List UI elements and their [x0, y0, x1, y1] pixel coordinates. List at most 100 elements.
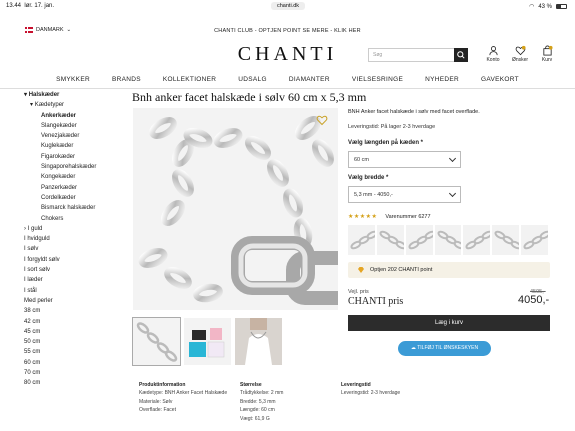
sidebar-item[interactable]: Panzerkæder: [24, 183, 124, 193]
sidebar-item-label: Ankerkæder: [41, 112, 77, 119]
sidebar-item-label: Singaporehalskæder: [41, 164, 97, 171]
club-promo-link[interactable]: CHANTI CLUB - OPTJEN POINT SE MERE - KLI…: [0, 28, 575, 34]
thumbnail-gift-boxes[interactable]: [184, 318, 231, 365]
sidebar-item[interactable]: Kuglekæder: [24, 141, 124, 151]
rating-row: ★★★★★ Varenummer 6277: [348, 213, 431, 221]
nav-item-udsalg[interactable]: UDSALG: [238, 76, 267, 83]
nav-item-kollektioner[interactable]: KOLLEKTIONER: [163, 76, 216, 83]
main-nav: SMYKKER BRANDS KOLLEKTIONER UDSALG DIAMA…: [0, 76, 575, 83]
nav-item-smykker[interactable]: SMYKKER: [56, 76, 90, 83]
sidebar-item-label: 80 cm: [24, 380, 41, 387]
sidebar-item[interactable]: I sølv: [24, 244, 124, 254]
sidebar-item[interactable]: 60 cm: [24, 358, 124, 368]
bag-icon: [542, 45, 553, 56]
sidebar-item[interactable]: I forgyldt sølv: [24, 255, 124, 265]
sidebar-item-label: Med perler: [24, 297, 53, 304]
nav-divider: [0, 88, 575, 89]
sidebar-item[interactable]: Ankerkæder: [24, 111, 124, 121]
sidebar-item[interactable]: 55 cm: [24, 347, 124, 357]
sidebar-item[interactable]: Figarokæder: [24, 152, 124, 162]
variant-thumb[interactable]: [521, 225, 549, 255]
sidebar-item[interactable]: 38 cm: [24, 306, 124, 316]
search-placeholder: Søg: [373, 52, 383, 58]
sidebar-item-label: 45 cm: [24, 328, 41, 335]
sidebar-item-label: I forgyldt sølv: [24, 256, 60, 263]
delivery-info-column: Leveringstid Leveringstid: 2-3 hverdage: [341, 381, 400, 398]
variant-thumb[interactable]: [492, 225, 520, 255]
info-line: Vægt: 61,9 G: [240, 415, 270, 422]
rating-stars[interactable]: ★★★★★: [348, 213, 377, 220]
sidebar-item[interactable]: 70 cm: [24, 368, 124, 378]
thumbnail-model[interactable]: [235, 318, 282, 365]
variant-thumb[interactable]: [405, 225, 433, 255]
sidebar-item[interactable]: 50 cm: [24, 337, 124, 347]
sidebar-item-label: Slangekæder: [41, 122, 77, 129]
gift-boxes-image: [189, 328, 225, 358]
add-to-wishlist-button[interactable]: ☁ TILFØJ TIL ØNSKESKYEN: [398, 341, 491, 356]
sidebar-item-label: I guld: [27, 225, 43, 232]
sidebar-item[interactable]: Chokers: [24, 214, 124, 224]
sidebar-item[interactable]: 45 cm: [24, 327, 124, 337]
current-price: 4050,-: [518, 294, 550, 306]
variant-thumb[interactable]: [348, 225, 375, 255]
product-info-column: Produktinformation Kædetype: BNH Anker F…: [139, 381, 227, 415]
nav-item-nyheder[interactable]: NYHEDER: [425, 76, 459, 83]
sidebar-item[interactable]: 80 cm: [24, 378, 124, 388]
thumbnail-chain[interactable]: [132, 317, 181, 366]
add-to-cart-button[interactable]: Læg i kurv: [348, 315, 550, 331]
product-main-image[interactable]: [133, 108, 338, 310]
search-input[interactable]: Søg: [368, 48, 468, 62]
info-line: Overflade: Facet: [139, 407, 176, 414]
nav-item-diamanter[interactable]: DIAMANTER: [289, 76, 330, 83]
variant-thumb[interactable]: [463, 225, 491, 255]
delivery-info: Leveringstid: På lager 2-3 hverdage: [348, 124, 436, 130]
sidebar-item[interactable]: Bismarck halskæder: [24, 203, 124, 213]
sidebar-item-label: Chokers: [41, 215, 64, 222]
sidebar-item[interactable]: Cordelkæder: [24, 193, 124, 203]
sidebar-item[interactable]: › I guld: [24, 224, 124, 234]
sidebar-item-label: 60 cm: [24, 359, 41, 366]
sidebar-item[interactable]: Venezjakæder: [24, 131, 124, 141]
wishlist-header-button[interactable]: Ønsker: [511, 45, 529, 63]
sidebar-item-label: 55 cm: [24, 349, 41, 356]
sidebar-item[interactable]: Singaporehalskæder: [24, 162, 124, 172]
sidebar-item-label: I læder: [24, 277, 43, 284]
sidebar-item-label: I sølv: [24, 246, 39, 253]
nav-item-vielsesringe[interactable]: VIELSESRINGE: [352, 76, 403, 83]
sidebar-item[interactable]: Slangekæder: [24, 121, 124, 131]
sidebar-item[interactable]: I læder: [24, 275, 124, 285]
favorite-heart-icon[interactable]: [316, 114, 328, 126]
length-select[interactable]: 60 cm: [348, 151, 461, 168]
sidebar-item-label: Halskæder: [28, 92, 60, 98]
nav-item-gavekort[interactable]: GAVEKORT: [481, 76, 519, 83]
sidebar-item-label: Panzerkæder: [41, 184, 78, 191]
sidebar-item[interactable]: ▾ Halskæder: [24, 90, 124, 100]
nav-item-brands[interactable]: BRANDS: [112, 76, 141, 83]
width-label: Vælg bredde *: [348, 175, 389, 181]
sidebar-item[interactable]: Kongekæder: [24, 172, 124, 182]
sidebar-item-label: Kædetyper: [34, 102, 65, 109]
address-bar[interactable]: chanti.dk: [271, 2, 306, 10]
sidebar-item[interactable]: Med perler: [24, 296, 124, 306]
sidebar-item[interactable]: I hvidguld: [24, 234, 124, 244]
account-button[interactable]: Konto: [484, 45, 502, 63]
sidebar-item-label: Cordelkæder: [41, 194, 76, 201]
battery-icon: [556, 4, 567, 9]
chanti-price-label: CHANTI pris: [348, 296, 404, 307]
width-select[interactable]: 5,3 mm - 4050,-: [348, 186, 461, 203]
sidebar-item-label: Figarokæder: [41, 153, 76, 160]
sidebar-item[interactable]: ▾ Kædetyper: [24, 100, 124, 110]
cart-button[interactable]: Kurv: [538, 45, 556, 63]
heart-icon: [515, 45, 526, 56]
product-description: BNH Anker facet halskæde i sølv med face…: [348, 109, 480, 115]
search-button[interactable]: [454, 48, 468, 62]
cloud-icon: ☁: [410, 345, 416, 351]
chain-thumb-image: [136, 322, 178, 362]
sidebar-item[interactable]: I sort sølv: [24, 265, 124, 275]
sidebar-item[interactable]: 42 cm: [24, 317, 124, 327]
sidebar-item[interactable]: I stål: [24, 286, 124, 296]
country-selector[interactable]: DANMARK ⌄: [25, 27, 71, 33]
danish-flag-icon: [25, 27, 33, 33]
variant-thumb[interactable]: [376, 225, 404, 255]
variant-thumb[interactable]: [434, 225, 462, 255]
